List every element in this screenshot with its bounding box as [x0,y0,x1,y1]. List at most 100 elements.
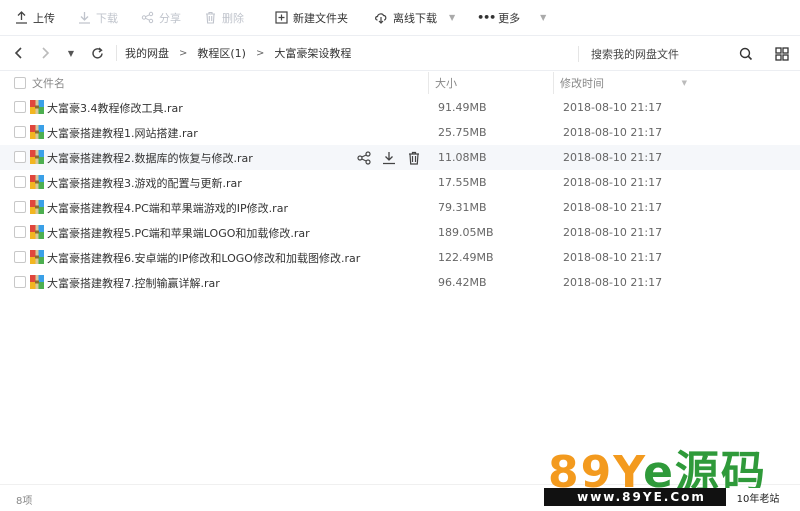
upload-button[interactable]: 上传 [14,6,55,30]
share-label: 分享 [159,11,181,25]
watermark-tag: 10年老站 [726,488,790,506]
row-checkbox[interactable] [14,201,26,213]
breadcrumb-item-current[interactable]: 大富豪架设教程 [274,45,351,61]
column-header-name[interactable]: 文件名 [32,75,65,91]
file-size: 79.31MB [438,201,487,214]
row-checkbox[interactable] [14,251,26,263]
row-checkbox[interactable] [14,151,26,163]
row-checkbox[interactable] [14,226,26,238]
breadcrumb-item-root[interactable]: 我的网盘 [125,45,169,61]
breadcrumb-item-tutorials[interactable]: 教程区(1) [197,45,246,61]
share-icon [140,11,154,25]
archive-file-icon [30,150,44,164]
download-icon[interactable] [381,150,397,166]
chevron-right-icon: > [255,47,265,59]
more-label: 更多 [498,11,521,25]
chevron-right-icon: > [179,47,188,59]
file-modified-time: 2018-08-10 21:17 [563,126,663,139]
upload-label: 上传 [33,11,55,25]
row-checkbox[interactable] [14,276,26,288]
archive-file-icon [30,175,44,189]
column-header-time[interactable]: 修改时间 ▼ [553,72,693,94]
file-modified-time: 2018-08-10 21:17 [563,151,663,164]
archive-file-icon [30,250,44,264]
share-icon[interactable] [356,150,372,166]
new-folder-label: 新建文件夹 [293,11,348,25]
more-dots-icon: ••• [477,11,496,24]
more-button[interactable]: ••• 更多 ▼ [477,6,546,30]
file-name[interactable]: 大富豪3.4教程修改工具.rar [47,100,183,116]
table-row[interactable]: 大富豪搭建教程4.PC端和苹果端游戏的IP修改.rar 79.31MB 2018-0… [0,195,800,220]
delete-button[interactable]: 删除 [203,6,244,30]
file-modified-time: 2018-08-10 21:17 [563,226,663,239]
file-name[interactable]: 大富豪搭建教程7.控制输赢详解.rar [47,275,220,291]
table-row[interactable]: 大富豪3.4教程修改工具.rar 91.49MB 2018-08-10 21:17 [0,95,800,120]
archive-file-icon [30,125,44,139]
file-size: 91.49MB [438,101,487,114]
table-row[interactable]: 大富豪搭建教程5.PC端和苹果端LOGO和加载修改.rar 189.05MB 201… [0,220,800,245]
grid-view-icon[interactable] [773,45,791,63]
search-input[interactable]: 搜索我的网盘文件 [578,46,728,62]
table-row[interactable]: 大富豪搭建教程7.控制输赢详解.rar 96.42MB 2018-08-10 21:… [0,270,800,295]
search-icon[interactable] [737,45,755,63]
forward-arrow-icon[interactable] [34,42,56,64]
trash-icon[interactable] [406,150,422,166]
upload-icon [14,11,28,25]
offline-download-label: 离线下载 [393,11,437,25]
file-modified-time: 2018-08-10 21:17 [563,201,663,214]
file-modified-time: 2018-08-10 21:17 [563,101,663,114]
share-button[interactable]: 分享 [140,6,181,30]
toolbar: 上传 下载 分享 删除 新建文件夹 离线下载 ▼ ••• 更多 ▼ [0,0,800,36]
delete-label: 删除 [222,11,244,25]
watermark-url: www.89YE.Com [544,488,739,506]
file-name[interactable]: 大富豪搭建教程5.PC端和苹果端LOGO和加载修改.rar [47,225,310,241]
file-name[interactable]: 大富豪搭建教程1.网站搭建.rar [47,125,198,141]
file-modified-time: 2018-08-10 21:17 [563,251,663,264]
file-modified-time: 2018-08-10 21:17 [563,176,663,189]
file-name[interactable]: 大富豪搭建教程2.数据库的恢复与修改.rar [47,150,253,166]
row-checkbox[interactable] [14,101,26,113]
column-header-time-label: 修改时间 [560,77,604,90]
archive-file-icon [30,225,44,239]
cloud-download-icon [374,11,388,25]
column-header-size[interactable]: 大小 [428,72,457,94]
chevron-down-icon[interactable]: ▼ [540,13,546,22]
download-button[interactable]: 下载 [77,6,118,30]
item-count: 8项 [16,496,33,507]
navigation-bar: ▼ 我的网盘 > 教程区(1) > 大富豪架设教程 搜索我的网盘文件 [0,36,800,71]
file-size: 11.08MB [438,151,487,164]
back-arrow-icon[interactable] [8,42,30,64]
archive-file-icon [30,275,44,289]
file-name[interactable]: 大富豪搭建教程6.安卓端的IP修改和LOGO修改和加载图修改.rar [47,250,360,266]
breadcrumb: 我的网盘 > 教程区(1) > 大富豪架设教程 [116,45,351,61]
table-row[interactable]: 大富豪搭建教程1.网站搭建.rar 25.75MB 2018-08-10 21:17 [0,120,800,145]
file-size: 122.49MB [438,251,494,264]
watermark-logo: 89Ye源码 www.89YE.Com 10年老站 [544,438,800,511]
history-dropdown-icon[interactable]: ▼ [60,42,82,64]
new-folder-button[interactable]: 新建文件夹 [274,6,348,30]
trash-icon [203,11,217,25]
file-size: 189.05MB [438,226,494,239]
file-list-header: 文件名 大小 修改时间 ▼ [0,72,800,94]
table-row[interactable]: 大富豪搭建教程2.数据库的恢复与修改.rar 11.08MB 2018-08-10 … [0,145,800,170]
file-size: 25.75MB [438,126,487,139]
download-icon [77,11,91,25]
row-actions [356,150,431,166]
file-modified-time: 2018-08-10 21:17 [563,276,663,289]
file-size: 17.55MB [438,176,487,189]
new-folder-icon [274,11,288,25]
row-checkbox[interactable] [14,126,26,138]
offline-download-button[interactable]: 离线下载 ▼ [374,6,455,30]
table-row[interactable]: 大富豪搭建教程6.安卓端的IP修改和LOGO修改和加载图修改.rar 122.49… [0,245,800,270]
select-all-checkbox[interactable] [14,77,26,89]
row-checkbox[interactable] [14,176,26,188]
file-name[interactable]: 大富豪搭建教程4.PC端和苹果端游戏的IP修改.rar [47,200,288,216]
archive-file-icon [30,100,44,114]
table-row[interactable]: 大富豪搭建教程3.游戏的配置与更新.rar 17.55MB 2018-08-10 2… [0,170,800,195]
refresh-icon[interactable] [86,42,108,64]
file-list: 大富豪3.4教程修改工具.rar 91.49MB 2018-08-10 21:17 大… [0,95,800,295]
archive-file-icon [30,200,44,214]
download-label: 下载 [96,11,118,25]
chevron-down-icon[interactable]: ▼ [449,13,455,22]
file-name[interactable]: 大富豪搭建教程3.游戏的配置与更新.rar [47,175,242,191]
